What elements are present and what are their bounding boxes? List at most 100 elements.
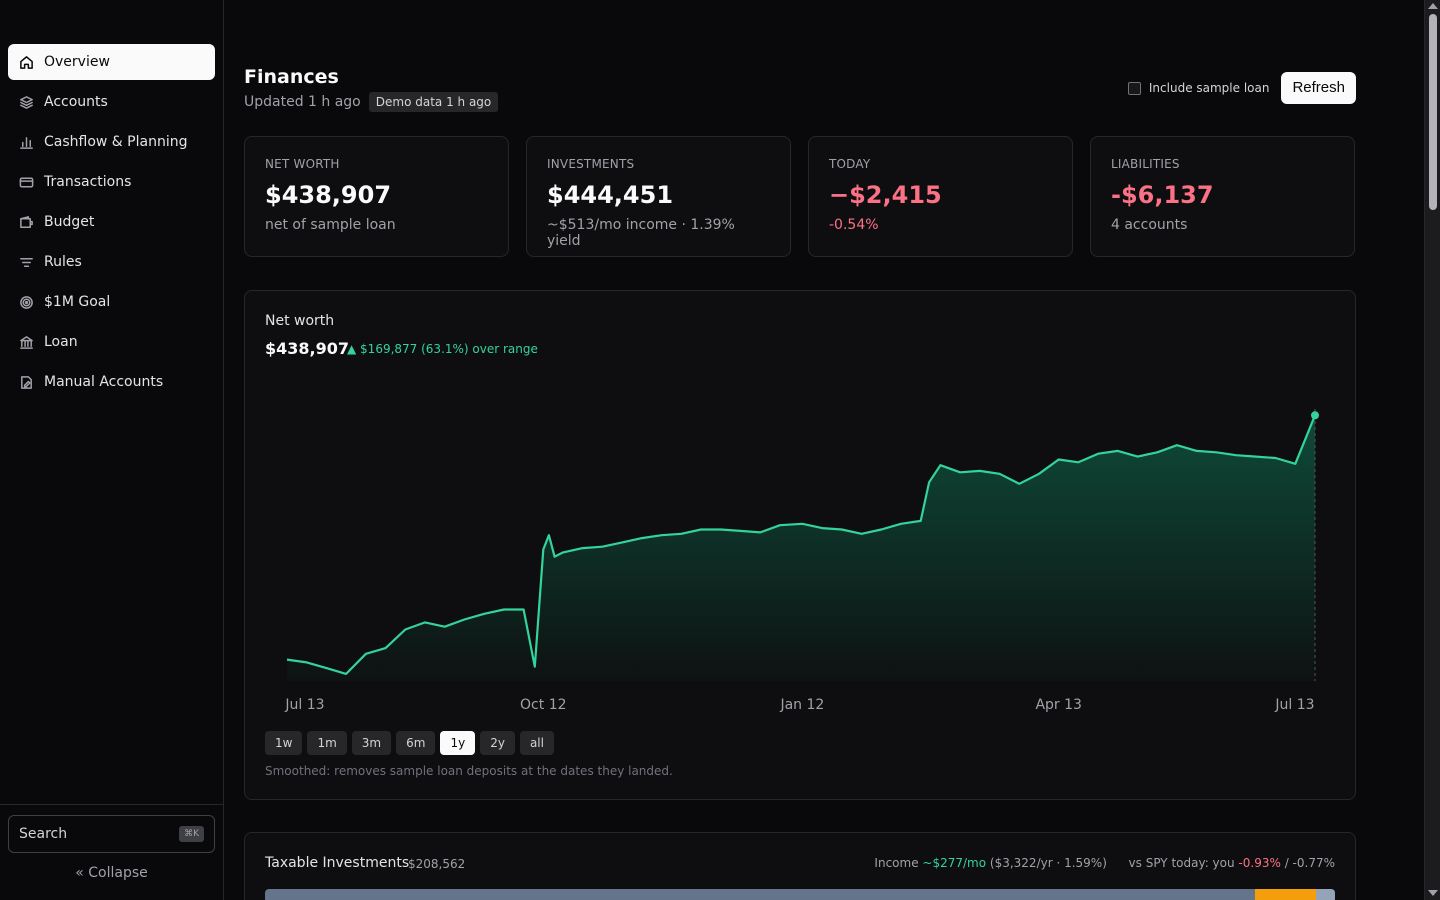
chart-current-point [1311,411,1319,420]
page-title: Finances [244,66,339,88]
income-detail: ($3,322/yr · 1.59%) [986,856,1107,870]
card-value: $438,907 [265,181,392,209]
sidebar-item-rules[interactable]: Rules [8,244,215,280]
x-tick-label: Jul 13 [1275,697,1315,713]
card-value: -$6,137 [1111,181,1214,209]
chart-area [287,415,1315,681]
collapse-sidebar-button[interactable]: « Collapse [0,865,223,881]
card-label: LIABILITIES [1111,157,1180,171]
sidebar-item-label: Loan [44,334,78,350]
range-all[interactable]: all [519,731,554,755]
credit-card-icon [18,174,34,190]
range-1m[interactable]: 1m [307,731,347,755]
checkbox-box[interactable] [1127,81,1141,95]
x-tick-label: Jan 12 [780,697,825,713]
sidebar-item-goal[interactable]: $1M Goal [8,284,215,320]
chart-current-value: $438,907 [265,339,350,358]
card-value: $444,451 [547,181,674,209]
card-subtext: -0.54% [829,217,879,233]
sidebar-item-budget[interactable]: Budget [8,204,215,240]
main-content: Finances Updated 1 h ago Demo data 1 h a… [224,0,1424,900]
sidebar-item-manual-accounts[interactable]: Manual Accounts [8,364,215,400]
header-actions: Include sample loan Refresh [1127,72,1356,104]
range-1y[interactable]: 1y [440,731,476,755]
taxable-title: Taxable Investments [265,855,410,871]
net-worth-chart-card: Net worth $438,907 ▲ $169,877 (63.1%) ov… [244,290,1356,800]
card-subtext: 4 accounts [1111,217,1188,233]
card-label: TODAY [829,157,871,171]
sidebar-item-transactions[interactable]: Transactions [8,164,215,200]
updated-status: Updated 1 h ago Demo data 1 h ago [244,92,499,112]
x-tick-label: Jul 13 [285,697,325,713]
card-subtext: net of sample loan [265,217,396,233]
sidebar-item-accounts[interactable]: Accounts [8,84,215,120]
sidebar-item-label: $1M Goal [44,294,111,310]
chart-x-axis: Jul 13 Oct 12 Jan 12 Apr 13 Jul 13 [245,697,1357,717]
sidebar-item-label: Transactions [44,174,132,190]
summary-cards: NET WORTH $438,907 net of sample loan IN… [244,136,1355,257]
sidebar-item-label: Cashflow & Planning [44,134,188,150]
sidebar-nav: Overview Accounts Cashflow & Planning Tr… [8,44,215,404]
range-selector: 1w 1m 3m 6m 1y 2y all [265,731,554,755]
investments-card: INVESTMENTS $444,451 ~$513/mo income · 1… [526,136,791,257]
target-icon [18,294,34,310]
home-icon [18,54,34,70]
taxable-amount: $208,562 [408,857,466,871]
card-label: INVESTMENTS [547,157,635,171]
file-edit-icon [18,374,34,390]
card-value: −$2,415 [829,181,942,209]
sidebar-item-label: Rules [44,254,82,270]
spy-prefix: vs SPY today: you [1128,856,1239,870]
allocation-segment-tail[interactable] [1315,889,1335,900]
allocation-bar[interactable] [265,889,1335,900]
card-label: NET WORTH [265,157,340,171]
bar-chart-icon [18,134,34,150]
x-tick-label: Apr 13 [1035,697,1082,713]
scrollbar-thumb[interactable] [1429,14,1437,210]
search-input[interactable]: Search ⌘K [8,815,215,853]
chart-change: ▲ $169,877 (63.1%) over range [347,342,538,356]
taxable-investments-card: Taxable Investments $208,562 Income ~$27… [244,832,1356,900]
sidebar-item-loan[interactable]: Loan [8,324,215,360]
refresh-button[interactable]: Refresh [1281,72,1356,104]
sidebar-item-cashflow[interactable]: Cashflow & Planning [8,124,215,160]
updated-text: Updated 1 h ago [244,94,361,110]
sidebar-item-overview[interactable]: Overview [8,44,215,80]
page-scrollbar[interactable] [1424,0,1440,900]
spy-suffix: / -0.77% [1280,856,1335,870]
card-subtext: ~$513/mo income · 1.39% yield [547,217,735,249]
sidebar: Overview Accounts Cashflow & Planning Tr… [0,0,224,900]
spy-you-value: -0.93% [1238,856,1281,870]
chart-title: Net worth [265,313,335,329]
demo-data-badge: Demo data 1 h ago [368,92,499,112]
today-card: TODAY −$2,415 -0.54% [808,136,1073,257]
layers-icon [18,94,34,110]
filter-icon [18,254,34,270]
search-label: Search [19,826,68,842]
range-6m[interactable]: 6m [396,731,436,755]
chart-note: Smoothed: removes sample loan deposits a… [265,764,673,778]
sidebar-item-label: Manual Accounts [44,374,164,390]
income-value: ~$277/mo [922,856,987,870]
checkbox-label: Include sample loan [1148,81,1270,95]
income-prefix: Income [874,856,923,870]
x-tick-label: Oct 12 [520,697,567,713]
net-worth-chart[interactable] [245,391,1357,691]
search-shortcut-badge: ⌘K [179,826,204,842]
bank-icon [18,334,34,350]
app-root: Overview Accounts Cashflow & Planning Tr… [0,0,1440,900]
sidebar-footer: Search ⌘K « Collapse [0,804,223,900]
sidebar-item-label: Overview [44,54,110,70]
range-2y[interactable]: 2y [480,731,515,755]
net-worth-card: NET WORTH $438,907 net of sample loan [244,136,509,257]
include-sample-loan-checkbox[interactable]: Include sample loan [1127,81,1270,95]
taxable-income-summary: Income ~$277/mo ($3,322/yr · 1.59%) vs S… [874,856,1335,870]
wallet-icon [18,214,34,230]
scroll-down-arrow-icon[interactable] [1428,890,1438,896]
sidebar-item-label: Accounts [44,94,108,110]
allocation-segment-orange[interactable] [1254,889,1316,900]
range-3m[interactable]: 3m [351,731,392,755]
scroll-up-arrow-icon[interactable] [1428,3,1438,9]
liabilities-card: LIABILITIES -$6,137 4 accounts [1090,136,1355,257]
range-1w[interactable]: 1w [265,731,303,755]
